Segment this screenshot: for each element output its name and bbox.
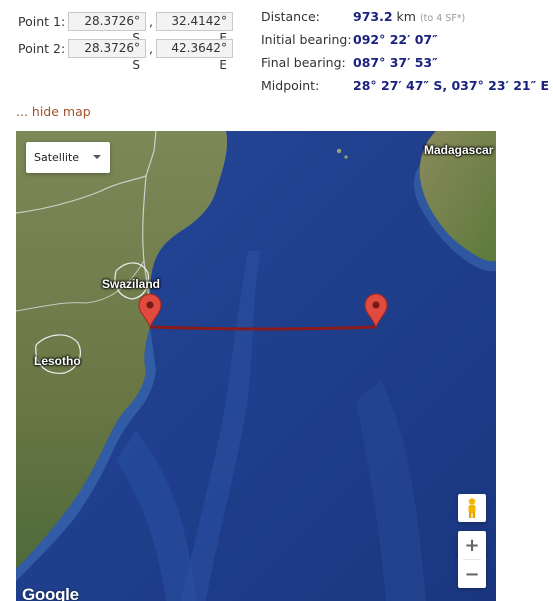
hide-map-link[interactable]: ... hide map <box>16 104 91 119</box>
initial-bearing-value: 092° 22′ 07″ <box>353 32 438 47</box>
street-view-button[interactable] <box>458 494 486 522</box>
google-logo: Google <box>22 585 79 601</box>
midpoint-value: 28° 27′ 47″ S, 037° 23′ 21″ E <box>353 78 550 93</box>
map-type-selector[interactable]: Satellite <box>26 142 110 173</box>
point-1-lon-input[interactable]: 32.4142° E <box>156 11 233 45</box>
pegman-icon <box>468 498 476 518</box>
distance-label: Distance: <box>261 9 320 24</box>
results-panel: Distance: 973.2 km (to 4 SF*) Initial bear… <box>261 5 549 97</box>
map-imagery <box>16 131 496 601</box>
zoom-control: + − <box>458 531 486 588</box>
distance-unit: km <box>396 9 416 24</box>
final-bearing-row: Final bearing: 087° 37′ 53″ <box>261 51 549 74</box>
zoom-out-button[interactable]: − <box>458 560 486 588</box>
point-2-row: Point 2: 28.3726° S , 42.3642° E <box>18 37 233 72</box>
distance-note: (to 4 SF*) <box>419 13 466 24</box>
midpoint-label: Midpoint: <box>261 78 320 93</box>
island <box>336 148 342 154</box>
point-1-row: Point 1: 28.3726° S , 32.4142° E <box>18 10 233 45</box>
point-2-lon-input[interactable]: 42.3642° E <box>156 38 233 72</box>
comma-separator: , <box>149 40 153 56</box>
distance-number: 973.2 <box>353 9 393 24</box>
map-type-label: Satellite <box>34 151 80 164</box>
initial-bearing-label: Initial bearing: <box>261 32 352 47</box>
distance-row: Distance: 973.2 km (to 4 SF*) <box>261 5 549 28</box>
initial-bearing-row: Initial bearing: 092° 22′ 07″ <box>261 28 549 51</box>
point-2-lat-input[interactable]: 28.3726° S <box>68 38 146 72</box>
map-view[interactable]: Madagascar Swaziland Lesotho Satellite +… <box>16 131 496 601</box>
final-bearing-value: 087° 37′ 53″ <box>353 55 438 70</box>
map-label-madagascar: Madagascar <box>424 143 494 157</box>
point-1-lat-input[interactable]: 28.3726° S <box>68 11 146 45</box>
chevron-down-icon <box>93 155 101 159</box>
comma-separator: , <box>149 13 153 29</box>
points-panel: Point 1: 28.3726° S , 32.4142° E Point 2… <box>18 10 233 72</box>
island <box>344 155 348 159</box>
midpoint-row: Midpoint: 28° 27′ 47″ S, 037° 23′ 21″ E <box>261 74 549 97</box>
point-2-label: Point 2: <box>18 40 66 56</box>
final-bearing-label: Final bearing: <box>261 55 346 70</box>
zoom-in-button[interactable]: + <box>458 531 486 559</box>
map-label-swaziland: Swaziland <box>102 277 161 291</box>
map-label-lesotho: Lesotho <box>34 354 81 368</box>
point-1-label: Point 1: <box>18 13 66 29</box>
distance-value: 973.2 km (to 4 SF*) <box>353 9 465 24</box>
